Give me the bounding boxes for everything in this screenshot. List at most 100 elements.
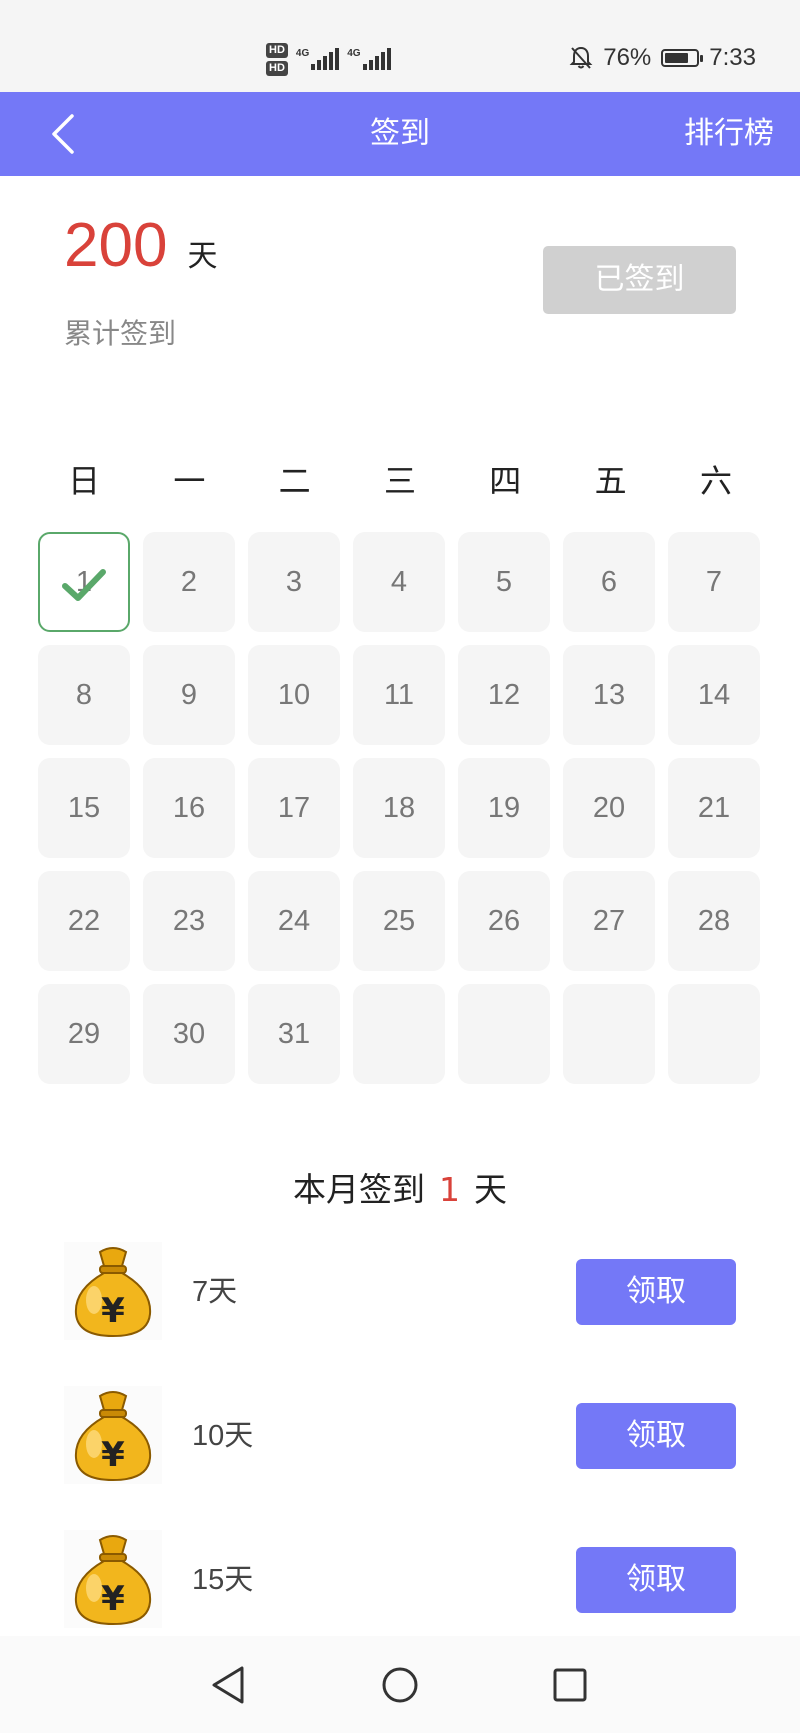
calendar-day-30[interactable]: 30 — [143, 984, 235, 1084]
calendar-day-number: 24 — [277, 904, 311, 937]
battery-percentage: 76% — [603, 44, 652, 71]
calendar-day-number: 23 — [172, 904, 206, 937]
money-bag-icon: ¥ — [64, 1242, 162, 1340]
calendar-day-24[interactable]: 24 — [248, 871, 340, 971]
calendar-day-4[interactable]: 4 — [353, 532, 445, 632]
app-header: 签到 排行榜 — [0, 92, 800, 176]
calendar-day-9[interactable]: 9 — [143, 645, 235, 745]
weekday-thu: 四 — [489, 462, 522, 500]
weekday-sun: 日 — [67, 462, 100, 500]
mute-bell-icon — [569, 46, 593, 69]
weekday-sat: 六 — [699, 462, 732, 500]
svg-text:¥: ¥ — [101, 1579, 125, 1619]
checkmark-icon — [62, 569, 106, 601]
claim-button[interactable]: 领取 — [576, 1403, 736, 1469]
calendar-day-number: 22 — [67, 904, 101, 937]
network-type-2: 4G — [347, 48, 361, 59]
calendar-day-1[interactable]: 1 — [38, 532, 130, 632]
calendar-day-number: 12 — [487, 678, 521, 711]
calendar-day-number: 10 — [277, 678, 311, 711]
total-checkin-label: 累计签到 — [64, 317, 177, 350]
calendar-day-26[interactable]: 26 — [458, 871, 550, 971]
calendar-day-21[interactable]: 21 — [668, 758, 760, 858]
calendar-day-7[interactable]: 7 — [668, 532, 760, 632]
calendar-day-number: 19 — [487, 791, 521, 824]
back-triangle-icon[interactable] — [204, 1660, 254, 1710]
hd-badge-2: HD — [266, 60, 288, 76]
calendar-day-14[interactable]: 14 — [668, 645, 760, 745]
calendar-grid: 1 2 3 4 5 6 7 8 9 10 11 12 13 14 15 16 17 18 19 20 21 22 23 24 2… — [38, 532, 762, 1084]
calendar-day-13[interactable]: 13 — [563, 645, 655, 745]
calendar-day-11[interactable]: 11 — [353, 645, 445, 745]
calendar-day-22[interactable]: 22 — [38, 871, 130, 971]
reward-label: 7天 — [192, 1276, 238, 1308]
calendar-day-number: 28 — [697, 904, 731, 937]
status-right: 76% 7:33 — [569, 40, 756, 76]
calendar-day-number: 25 — [382, 904, 416, 937]
weekday-mon: 一 — [173, 462, 206, 500]
total-days-unit: 天 — [187, 239, 218, 274]
calendar-day-number: 26 — [487, 904, 521, 937]
page-title: 签到 — [370, 116, 430, 151]
calendar-day-17[interactable]: 17 — [248, 758, 340, 858]
calendar-day-31[interactable]: 31 — [248, 984, 340, 1084]
claim-button[interactable]: 领取 — [576, 1547, 736, 1613]
calendar-day-18[interactable]: 18 — [353, 758, 445, 858]
calendar-day-8[interactable]: 8 — [38, 645, 130, 745]
calendar-day-15[interactable]: 15 — [38, 758, 130, 858]
calendar-day-20[interactable]: 20 — [563, 758, 655, 858]
calendar-day-number: 16 — [172, 791, 206, 824]
network-type-1: 4G — [295, 48, 310, 59]
signal-icon: 4G — [295, 48, 340, 70]
calendar-day-3[interactable]: 3 — [248, 532, 340, 632]
calendar-day-2[interactable]: 2 — [143, 532, 235, 632]
calendar-day-number: 31 — [277, 1017, 311, 1050]
signal-icon-2: 4G — [347, 48, 391, 70]
weekday-tue: 二 — [278, 462, 311, 500]
calendar-day-number: 13 — [592, 678, 626, 711]
recents-square-icon[interactable] — [545, 1660, 595, 1710]
calendar-day-number: 9 — [180, 678, 198, 711]
checked-in-button[interactable]: 已签到 — [543, 246, 736, 314]
calendar-day-number: 29 — [67, 1017, 101, 1050]
calendar-day-23[interactable]: 23 — [143, 871, 235, 971]
calendar-day-12[interactable]: 12 — [458, 645, 550, 745]
monthly-prefix: 本月签到 — [293, 1170, 425, 1209]
calendar-day-5[interactable]: 5 — [458, 532, 550, 632]
reward-label: 15天 — [192, 1564, 254, 1596]
calendar-day-number: 20 — [592, 791, 626, 824]
calendar-day-number: 14 — [697, 678, 731, 711]
calendar-day-number: 27 — [592, 904, 626, 937]
reward-label: 10天 — [192, 1420, 254, 1452]
calendar-day-empty — [353, 984, 445, 1084]
home-circle-icon[interactable] — [375, 1660, 425, 1710]
clock: 7:33 — [709, 44, 756, 71]
hd-badge-1: HD — [266, 42, 288, 58]
calendar-day-28[interactable]: 28 — [668, 871, 760, 971]
calendar-day-empty — [563, 984, 655, 1084]
calendar-day-number: 30 — [172, 1017, 206, 1050]
calendar-day-25[interactable]: 25 — [353, 871, 445, 971]
status-bar: HD HD 4G 4G 76% 7:33 — [0, 0, 800, 92]
weekday-fri: 五 — [594, 462, 627, 500]
network-indicators: HD HD 4G 4G — [266, 34, 391, 84]
calendar-day-number: 8 — [75, 678, 93, 711]
calendar-day-number: 17 — [277, 791, 311, 824]
weekday-header: 日 一 二 三 四 五 六 — [38, 456, 762, 502]
monthly-checkin: 本月签到 1 天 — [0, 1163, 800, 1211]
leaderboard-link[interactable]: 排行榜 — [684, 92, 774, 176]
calendar-day-number: 6 — [600, 565, 618, 598]
calendar-day-19[interactable]: 19 — [458, 758, 550, 858]
weekday-wed: 三 — [383, 462, 416, 500]
calendar-day-6[interactable]: 6 — [563, 532, 655, 632]
svg-text:¥: ¥ — [101, 1291, 125, 1331]
calendar-day-29[interactable]: 29 — [38, 984, 130, 1084]
total-days-value: 200 — [64, 211, 168, 280]
battery-icon — [661, 49, 704, 67]
calendar-day-16[interactable]: 16 — [143, 758, 235, 858]
calendar-day-number: 11 — [383, 678, 415, 711]
calendar-day-27[interactable]: 27 — [563, 871, 655, 971]
calendar-day-10[interactable]: 10 — [248, 645, 340, 745]
claim-button[interactable]: 领取 — [576, 1259, 736, 1325]
calendar-day-number: 2 — [180, 565, 198, 598]
